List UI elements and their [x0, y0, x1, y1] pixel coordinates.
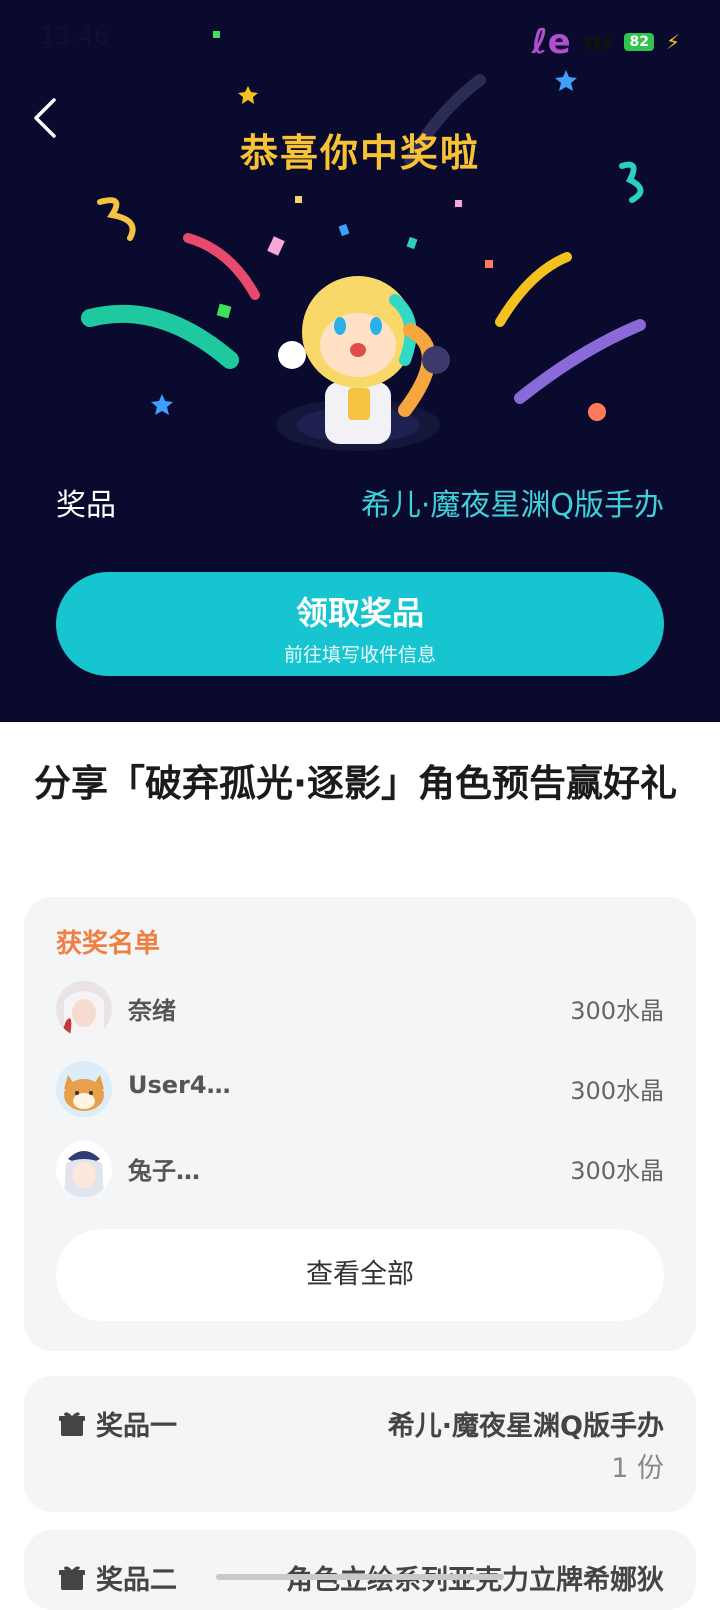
winner-name: User4… [128, 1071, 231, 1099]
prize-card: 奖品一 希儿·魔夜星渊Q版手办 1 份 [24, 1376, 696, 1512]
prize-row: 奖品 希儿·魔夜星渊Q版手办 [56, 480, 664, 524]
home-indicator[interactable] [216, 1574, 504, 1580]
prize-card-label: 奖品一 [96, 1411, 177, 1442]
view-all-button[interactable]: 查看全部 [56, 1229, 664, 1321]
avatar [56, 1061, 112, 1117]
winner-prize: 300水晶 [570, 997, 664, 1025]
winner-name: 奈绪 [128, 997, 176, 1025]
claim-prize-sublabel: 前往填写收件信息 [283, 644, 436, 666]
prize-value: 希儿·魔夜星渊Q版手办 [360, 488, 664, 523]
winner-prize: 300水晶 [570, 1077, 664, 1105]
winner-name: 兔子… [128, 1157, 200, 1185]
winner-row: 奈绪 300水晶 [56, 979, 664, 1039]
claim-prize-button[interactable]: 领取奖品 前往填写收件信息 [56, 572, 664, 676]
gift-icon [59, 1412, 85, 1436]
prize-card: 奖品二 角色立绘系列亚克力立牌希娜狄 [24, 1530, 696, 1610]
app-logo-icon: ℓe [531, 22, 571, 62]
winners-card: 获奖名单 奈绪 300水晶 User4… 300水晶 兔子… 300水晶 查看全… [24, 897, 696, 1351]
prize-card-count: 1 份 [611, 1453, 664, 1484]
winner-row: User4… 300水晶 [56, 1059, 664, 1119]
gift-icon [59, 1566, 85, 1590]
charging-icon: ⚡ [665, 30, 680, 54]
avatar [56, 981, 112, 1037]
claim-prize-label: 领取奖品 [295, 594, 424, 632]
status-time: 13:46 [40, 22, 110, 50]
congrats-title: 恭喜你中奖啦 [239, 131, 480, 175]
prize-card-label: 奖品二 [96, 1565, 177, 1596]
winner-prize: 300水晶 [570, 1157, 664, 1185]
hero-banner: 13:46 ℓe ▮▮▮ 82 ⚡ 恭喜你中奖啦 奖品 希儿·魔夜星渊Q版手办 … [0, 0, 720, 722]
status-bar: 13:46 ℓe ▮▮▮ 82 ⚡ [0, 0, 720, 72]
winners-title: 获奖名单 [56, 929, 161, 959]
signal-icon: ▮▮▮ [582, 31, 613, 53]
prize-card-value: 希儿·魔夜星渊Q版手办 [387, 1411, 664, 1442]
status-icons: ℓe ▮▮▮ 82 ⚡ [532, 22, 680, 62]
winner-row: 兔子… 300水晶 [56, 1139, 664, 1199]
battery-icon: 82 [624, 33, 654, 51]
prize-label: 奖品 [56, 488, 116, 523]
event-title: 分享「破弃孤光·逐影」角色预告赢好礼 [34, 762, 678, 805]
avatar [56, 1141, 112, 1197]
